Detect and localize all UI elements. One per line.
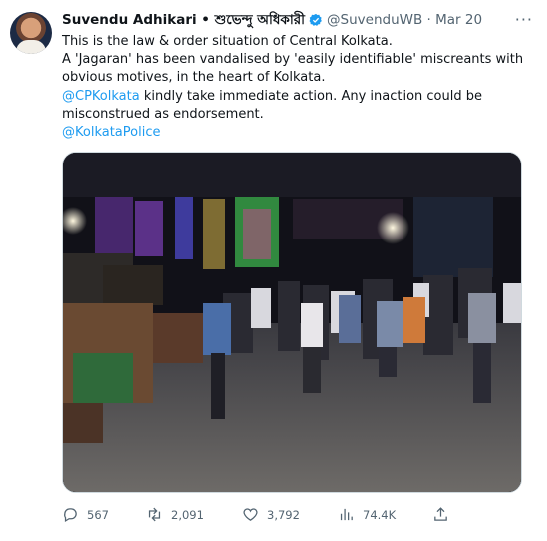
- handle-and-time[interactable]: @SuvenduWB · Mar 20: [327, 12, 482, 28]
- retweet-button[interactable]: 2,091: [146, 506, 204, 523]
- retweet-icon: [148, 507, 161, 522]
- tweet-line-text: kindly take immediate action. Any inacti…: [139, 88, 482, 104]
- mention-link[interactable]: @KolkataPolice: [62, 125, 160, 140]
- like-count: 3,792: [267, 507, 300, 522]
- tweet-video[interactable]: [62, 152, 522, 493]
- avatar[interactable]: [10, 12, 52, 54]
- share-icon: [434, 507, 447, 521]
- tweet-line: A 'Jagaran' has been vandalised by 'easi…: [62, 52, 524, 68]
- reply-icon: [64, 508, 77, 523]
- like-button[interactable]: 3,792: [242, 506, 300, 523]
- share-button[interactable]: [432, 506, 449, 523]
- views-button[interactable]: 74.4K: [338, 506, 396, 523]
- views-count: 74.4K: [363, 507, 397, 522]
- mention-link[interactable]: @CPKolkata: [62, 89, 140, 104]
- heart-icon: [243, 508, 258, 521]
- tweet-line: misconstrued as endorsement.: [62, 106, 264, 122]
- author-name[interactable]: Suvendu Adhikari • শুভেন্দু অধিকারী: [62, 9, 305, 32]
- reply-button[interactable]: 567: [62, 506, 109, 523]
- verified-badge-icon: [309, 13, 322, 26]
- tweet-line: obvious motives, in the heart of Kolkata…: [62, 70, 326, 86]
- tweet-actions: 567 2,091 3,792 74.4K: [62, 506, 482, 526]
- video-frame: [63, 153, 521, 492]
- tweet-header: Suvendu Adhikari • শুভেন্দু অধিকারী @Suv…: [62, 10, 507, 30]
- tweet-text: This is the law & order situation of Cen…: [62, 33, 532, 142]
- views-icon: [340, 508, 353, 521]
- tweet-card[interactable]: Suvendu Adhikari • শুভেন্দু অধিকারী @Suv…: [0, 0, 547, 541]
- tweet-line: @CPKolkata kindly take immediate action.…: [62, 88, 532, 106]
- more-options-button[interactable]: ···: [515, 10, 533, 29]
- retweet-count: 2,091: [171, 507, 204, 522]
- tweet-line: This is the law & order situation of Cen…: [62, 34, 393, 49]
- tweet-line: @KolkataPolice: [62, 124, 532, 142]
- reply-count: 567: [87, 507, 109, 522]
